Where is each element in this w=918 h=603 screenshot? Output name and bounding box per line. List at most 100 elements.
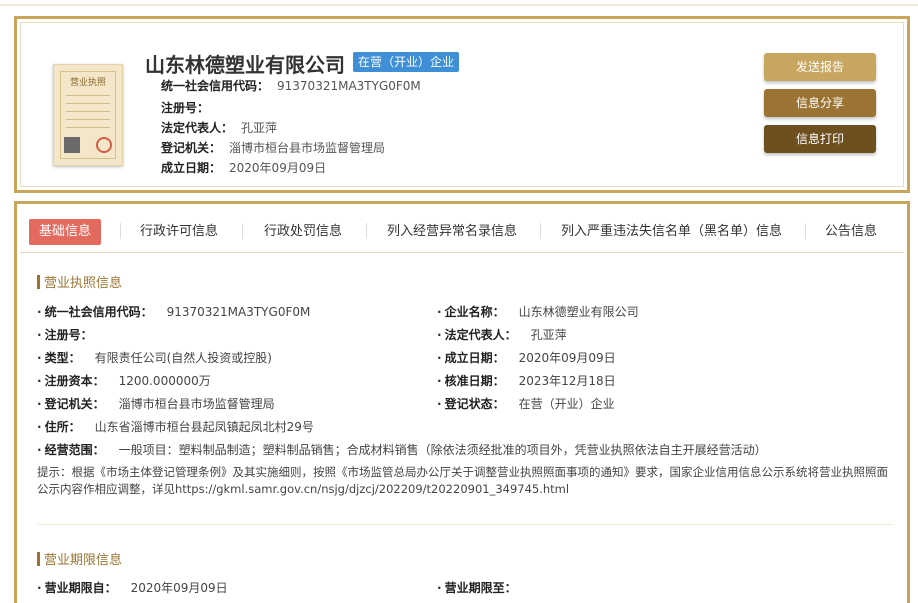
field-value: 一般项目：塑料制品制造；塑料制品销售；合成材料销售（除依法须经批准的项目外，凭营…	[118, 443, 767, 457]
field-value: 有限责任公司(自然人投资或控股)	[94, 351, 272, 365]
bullet: ·	[37, 351, 42, 365]
company-name: 山东林德塑业有限公司	[145, 53, 345, 77]
field-business-scope: · 经营范围： 一般项目：塑料制品制造；塑料制品销售；合成材料销售（除依法须经批准的…	[37, 441, 767, 458]
qr-code-icon	[64, 137, 80, 153]
company-detail-card: 基础信息 行政许可信息 行政处罚信息 列入经营异常名录信息 列入严重违法失信名单…	[14, 201, 910, 603]
tab-separator	[366, 223, 367, 239]
bullet: ·	[437, 374, 442, 388]
bullet: ·	[37, 305, 42, 319]
field-label: 注册号：	[161, 101, 210, 115]
tab-basic-info[interactable]: 基础信息	[29, 219, 102, 245]
section-divider	[37, 524, 893, 525]
section-title-text: 营业执照信息	[44, 276, 123, 291]
field-registration-authority: · 登记机关： 淄博市桓台县市场监督管理局	[37, 395, 275, 412]
field-company-name: · 企业名称： 山东林德塑业有限公司	[437, 303, 639, 320]
license-image-title: 营业执照	[69, 78, 106, 88]
tab-abnormal-operations[interactable]: 列入经营异常名录信息	[387, 219, 517, 245]
field-value: 2020年09月09日	[229, 161, 327, 175]
field-label: 成立日期：	[444, 351, 505, 365]
field-value: 淄博市桓台县市场监督管理局	[118, 397, 275, 411]
tab-bar: 基础信息 行政许可信息 行政处罚信息 列入经营异常名录信息 列入严重违法失信名单…	[20, 207, 904, 253]
field-label: 统一社会信用代码：	[44, 305, 153, 319]
field-label: 法定代表人：	[161, 121, 234, 135]
field-term-to: · 营业期限至：	[437, 579, 531, 596]
license-line	[66, 103, 110, 104]
bullet: ·	[37, 420, 42, 434]
field-value: 淄博市桓台县市场监督管理局	[229, 141, 386, 155]
field-type: · 类型： 有限责任公司(自然人投资或控股)	[37, 349, 272, 366]
field-value: 91370321MA3TYG0F0M	[277, 79, 421, 93]
field-label: 营业期限自：	[44, 581, 117, 595]
official-seal-icon	[96, 137, 112, 153]
field-label: 登记状态：	[444, 397, 505, 411]
field-legal-representative: · 法定代表人： 孔亚萍	[437, 326, 567, 343]
tab-separator	[120, 223, 121, 239]
field-term-from: · 营业期限自： 2020年09月09日	[37, 579, 228, 596]
top-divider	[0, 4, 918, 6]
field-reg-number: · 注册号：	[37, 326, 107, 343]
field-label: 统一社会信用代码：	[161, 79, 270, 93]
tab-separator	[805, 223, 806, 239]
license-notice-text: 提示：根据《市场主体登记管理条例》及其实施细则，按照《市场监管总局办公厅关于调整…	[37, 465, 888, 496]
header-field-reg-number: 注册号：	[161, 99, 217, 116]
field-label: 登记机关：	[44, 397, 105, 411]
business-license-thumbnail[interactable]: 营业执照	[53, 64, 123, 166]
section-marker	[37, 552, 40, 566]
license-line	[66, 119, 110, 120]
field-approval-date: · 核准日期： 2023年12月18日	[437, 372, 616, 389]
field-label: 法定代表人：	[444, 328, 517, 342]
company-header-card: 营业执照 山东林德塑业有限公司 在营（开业）企业 统一社会信用代码： 913703…	[14, 16, 910, 193]
field-label: 营业期限至：	[444, 581, 517, 595]
header-field-established: 成立日期： 2020年09月09日	[161, 159, 326, 176]
field-registration-status: · 登记状态： 在营（开业）企业	[437, 395, 615, 412]
field-value: 2023年12月18日	[518, 374, 616, 388]
header-field-legal-rep: 法定代表人： 孔亚萍	[161, 119, 277, 136]
section-title-text: 营业期限信息	[44, 553, 123, 568]
header-field-authority: 登记机关： 淄博市桓台县市场监督管理局	[161, 139, 385, 156]
bullet: ·	[437, 328, 442, 342]
field-label: 核准日期：	[444, 374, 505, 388]
field-label: 住所：	[44, 420, 81, 434]
field-label: 登记机关：	[161, 141, 222, 155]
field-label: 类型：	[44, 351, 81, 365]
field-credit-code: · 统一社会信用代码： 91370321MA3TYG0F0M	[37, 303, 310, 320]
print-info-button[interactable]: 信息打印	[764, 125, 876, 153]
field-value: 91370321MA3TYG0F0M	[166, 305, 311, 319]
field-registered-capital: · 注册资本： 1200.000000万	[37, 372, 211, 389]
field-value: 在营（开业）企业	[518, 397, 615, 411]
bullet: ·	[437, 305, 442, 319]
tab-separator	[242, 223, 243, 239]
field-value: 山东林德塑业有限公司	[518, 305, 639, 319]
field-value: 2020年09月09日	[518, 351, 616, 365]
bullet: ·	[37, 397, 42, 411]
license-line	[66, 111, 110, 112]
tab-admin-permits[interactable]: 行政许可信息	[140, 219, 218, 245]
status-badge: 在营（开业）企业	[353, 52, 460, 72]
field-label: 企业名称：	[444, 305, 505, 319]
tab-blacklist[interactable]: 列入严重违法失信名单（黑名单）信息	[561, 219, 782, 245]
bullet: ·	[37, 374, 42, 388]
bullet: ·	[37, 328, 42, 342]
tab-separator	[540, 223, 541, 239]
share-info-button[interactable]: 信息分享	[764, 89, 876, 117]
field-label: 经营范围：	[44, 443, 105, 457]
field-value: 1200.000000万	[118, 374, 211, 388]
field-address: · 住所： 山东省淄博市桓台县起凤镇起凤北村29号	[37, 418, 314, 435]
field-value: 山东省淄博市桓台县起凤镇起凤北村29号	[94, 420, 314, 434]
field-value: 孔亚萍	[241, 121, 278, 135]
section-marker	[37, 275, 40, 289]
bullet: ·	[437, 581, 442, 595]
bullet: ·	[437, 397, 442, 411]
field-value: 孔亚萍	[530, 328, 567, 342]
tab-announcements[interactable]: 公告信息	[825, 219, 877, 245]
term-section-title: 营业期限信息	[37, 549, 122, 568]
bullet: ·	[437, 351, 442, 365]
bullet: ·	[37, 443, 42, 457]
field-established-date: · 成立日期： 2020年09月09日	[437, 349, 616, 366]
field-label: 成立日期：	[161, 161, 222, 175]
bullet: ·	[37, 581, 42, 595]
header-field-credit-code: 统一社会信用代码： 91370321MA3TYG0F0M	[161, 77, 421, 94]
license-line	[66, 95, 110, 96]
send-report-button[interactable]: 发送报告	[764, 53, 876, 81]
tab-admin-penalties[interactable]: 行政处罚信息	[264, 219, 342, 245]
